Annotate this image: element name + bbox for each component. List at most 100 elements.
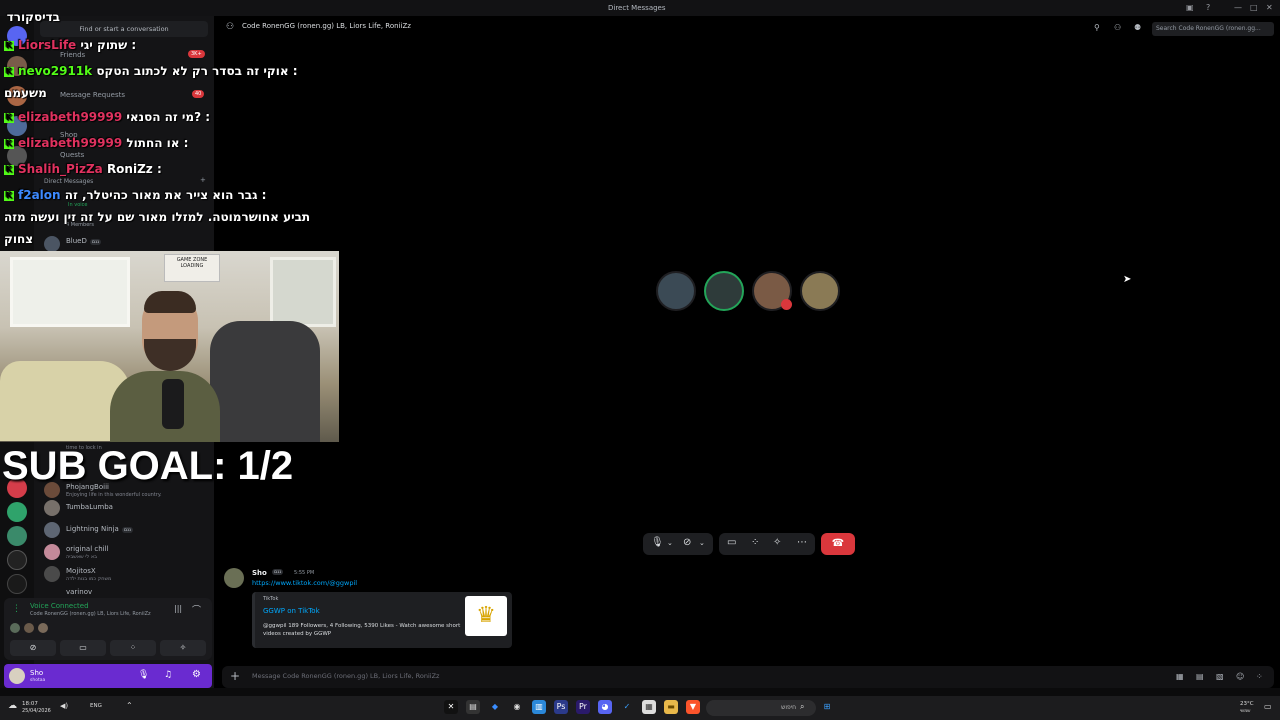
soundboard-icon[interactable]: ✧ bbox=[773, 537, 781, 548]
message-link[interactable]: https://www.tiktok.com/@ggwpil bbox=[252, 579, 357, 587]
dm-name: Lightning Ninja bbox=[66, 525, 119, 533]
volume-icon[interactable]: ◀) bbox=[60, 702, 68, 710]
dm-item[interactable]: MojitosX משחק כמו בנות ילדה bbox=[42, 564, 210, 584]
weather-icon[interactable]: ☁ bbox=[8, 701, 17, 711]
message-requests-badge: 40 bbox=[192, 90, 205, 98]
brave-icon[interactable]: ▼ bbox=[686, 700, 700, 714]
dm-status: משחק כמו בנות ילדה bbox=[66, 576, 112, 582]
discord-icon[interactable]: ◕ bbox=[598, 700, 612, 714]
signal-icon[interactable]: ⋮ bbox=[12, 604, 21, 614]
create-dm-icon[interactable]: + bbox=[200, 176, 206, 184]
chevron-down-icon[interactable]: ⌄ bbox=[667, 539, 673, 547]
participant-avatar bbox=[10, 623, 20, 633]
nav-quests[interactable]: Quests bbox=[60, 151, 84, 159]
app-icon[interactable]: ✕ bbox=[444, 700, 458, 714]
voice-channel[interactable]: Code RonenGG (ronen.gg) LB, Liors Life, … bbox=[30, 611, 151, 617]
app-icon[interactable]: ✓ bbox=[620, 700, 634, 714]
chat-message: Sho ננם 5:55 PM https://www.tiktok.com/@… bbox=[222, 566, 522, 658]
user-status: shotaa bbox=[30, 678, 46, 683]
language-indicator[interactable]: ENG bbox=[90, 703, 102, 709]
windows-start-icon[interactable]: ⊞ bbox=[820, 700, 834, 714]
find-conversation-button[interactable]: Find or start a conversation bbox=[40, 21, 208, 37]
crown-thumbnail-icon[interactable]: ♛ bbox=[465, 596, 507, 636]
microphone-image bbox=[162, 379, 184, 429]
gift-icon[interactable]: ▦ bbox=[1176, 672, 1184, 681]
embed-title[interactable]: GGWP on TikTok bbox=[263, 607, 320, 615]
clock-date[interactable]: 25/04/2026 bbox=[22, 708, 51, 714]
members-icon[interactable]: ⚉ bbox=[1134, 23, 1141, 32]
add-friends-icon[interactable]: ⚇ bbox=[1114, 23, 1121, 32]
chat-text: צחוק bbox=[4, 232, 34, 246]
avatar[interactable] bbox=[9, 668, 25, 684]
help-icon[interactable]: ? bbox=[1206, 3, 1210, 12]
maximize-button[interactable]: □ bbox=[1250, 3, 1258, 12]
app-icon[interactable]: ◆ bbox=[488, 700, 502, 714]
notifications-icon[interactable]: ▭ bbox=[1264, 702, 1272, 711]
chevron-down-icon[interactable]: ⌄ bbox=[699, 539, 705, 547]
dm-item[interactable]: original chill בא לי שאשביה bbox=[42, 542, 210, 562]
more-icon[interactable]: ⋯ bbox=[797, 537, 807, 548]
chat-text: RoniZz : bbox=[106, 162, 162, 176]
message-input[interactable]: Message Code RonenGG (ronen.gg) LB, Lior… bbox=[252, 672, 439, 680]
sticker-icon[interactable]: ▧ bbox=[1216, 672, 1224, 681]
calendar-icon[interactable]: ▦ bbox=[642, 700, 656, 714]
participant-avatar[interactable] bbox=[800, 271, 840, 311]
minimize-button[interactable]: — bbox=[1234, 3, 1242, 12]
participant-avatar-speaking[interactable] bbox=[704, 271, 744, 311]
activities-icon[interactable]: ⁘ bbox=[751, 537, 759, 548]
server-icon[interactable] bbox=[7, 526, 27, 546]
server-icon[interactable] bbox=[7, 550, 27, 570]
add-attachment-icon[interactable]: + bbox=[230, 669, 240, 683]
headphones-icon[interactable]: ♫ bbox=[164, 670, 172, 680]
clan-tag: ננם bbox=[121, 527, 134, 533]
file-explorer-icon[interactable]: ▬ bbox=[664, 700, 678, 714]
search-input[interactable]: Search Code RonenGG (ronen.gg... bbox=[1152, 22, 1274, 36]
overlay-chat-message: K Shalih_PizZa RoniZz : bbox=[4, 162, 162, 176]
soundboard-button[interactable]: ✧ bbox=[160, 640, 206, 656]
notepad-icon[interactable]: ▥ bbox=[532, 700, 546, 714]
window-title: Direct Messages bbox=[608, 4, 666, 12]
dm-item[interactable]: Lightning Ninja ננם bbox=[42, 520, 210, 540]
pin-icon[interactable]: ⚲ bbox=[1094, 23, 1100, 32]
photoshop-icon[interactable]: Ps bbox=[554, 700, 568, 714]
message-time: 5:55 PM bbox=[294, 570, 315, 576]
screen-share-button[interactable]: ▭ bbox=[60, 640, 106, 656]
screen-share-icon[interactable]: ▭ bbox=[727, 537, 736, 548]
server-icon[interactable] bbox=[7, 502, 27, 522]
apps-icon[interactable]: ⁘ bbox=[1256, 672, 1263, 681]
chevron-up-icon[interactable]: ⌃ bbox=[126, 701, 133, 710]
search-icon[interactable]: ⌕ bbox=[800, 702, 804, 712]
premiere-icon[interactable]: Pr bbox=[576, 700, 590, 714]
camera-off-button[interactable]: ⊘ bbox=[10, 640, 56, 656]
clock-time[interactable]: 18:07 bbox=[22, 701, 38, 707]
microphone-icon[interactable]: 🎙 bbox=[138, 670, 149, 680]
activities-button[interactable]: ⁘ bbox=[110, 640, 156, 656]
sub-goal-overlay: SUB GOAL: 1/2 bbox=[2, 444, 294, 488]
audio-controls: 🎙 ⌄ ⊘ ⌄ bbox=[643, 533, 713, 555]
avatar bbox=[44, 566, 60, 582]
emoji-icon[interactable]: ☺ bbox=[1236, 672, 1244, 681]
weather-temp[interactable]: 23°C bbox=[1240, 701, 1254, 707]
message-author[interactable]: Sho bbox=[252, 569, 267, 577]
inbox-icon[interactable]: ▣ bbox=[1186, 3, 1194, 12]
settings-gear-icon[interactable]: ⚙ bbox=[192, 669, 201, 680]
dm-section-header: Direct Messages bbox=[44, 178, 94, 185]
kick-badge-icon: K bbox=[4, 112, 14, 123]
avatar bbox=[44, 522, 60, 538]
participant-avatar[interactable] bbox=[656, 271, 696, 311]
nav-message-requests[interactable]: Message Requests bbox=[60, 91, 125, 99]
close-button[interactable]: ✕ bbox=[1266, 3, 1273, 12]
server-icon[interactable] bbox=[7, 574, 27, 594]
dm-item[interactable]: TumbaLumba bbox=[42, 498, 210, 518]
disconnect-icon[interactable]: ⌒ bbox=[192, 603, 201, 616]
avatar[interactable] bbox=[224, 568, 244, 588]
hang-up-button[interactable]: ☎ bbox=[821, 533, 855, 555]
noise-suppression-icon[interactable]: ||| bbox=[174, 604, 182, 613]
obs-icon[interactable]: ◉ bbox=[510, 700, 524, 714]
camera-off-icon[interactable]: ⊘ bbox=[683, 537, 691, 548]
nav-friends[interactable]: Friends bbox=[60, 51, 85, 59]
dm-name: MojitosX bbox=[66, 567, 96, 575]
microphone-icon[interactable]: 🎙 bbox=[651, 537, 664, 548]
task-manager-icon[interactable]: ▤ bbox=[466, 700, 480, 714]
gif-icon[interactable]: ▤ bbox=[1196, 672, 1204, 681]
